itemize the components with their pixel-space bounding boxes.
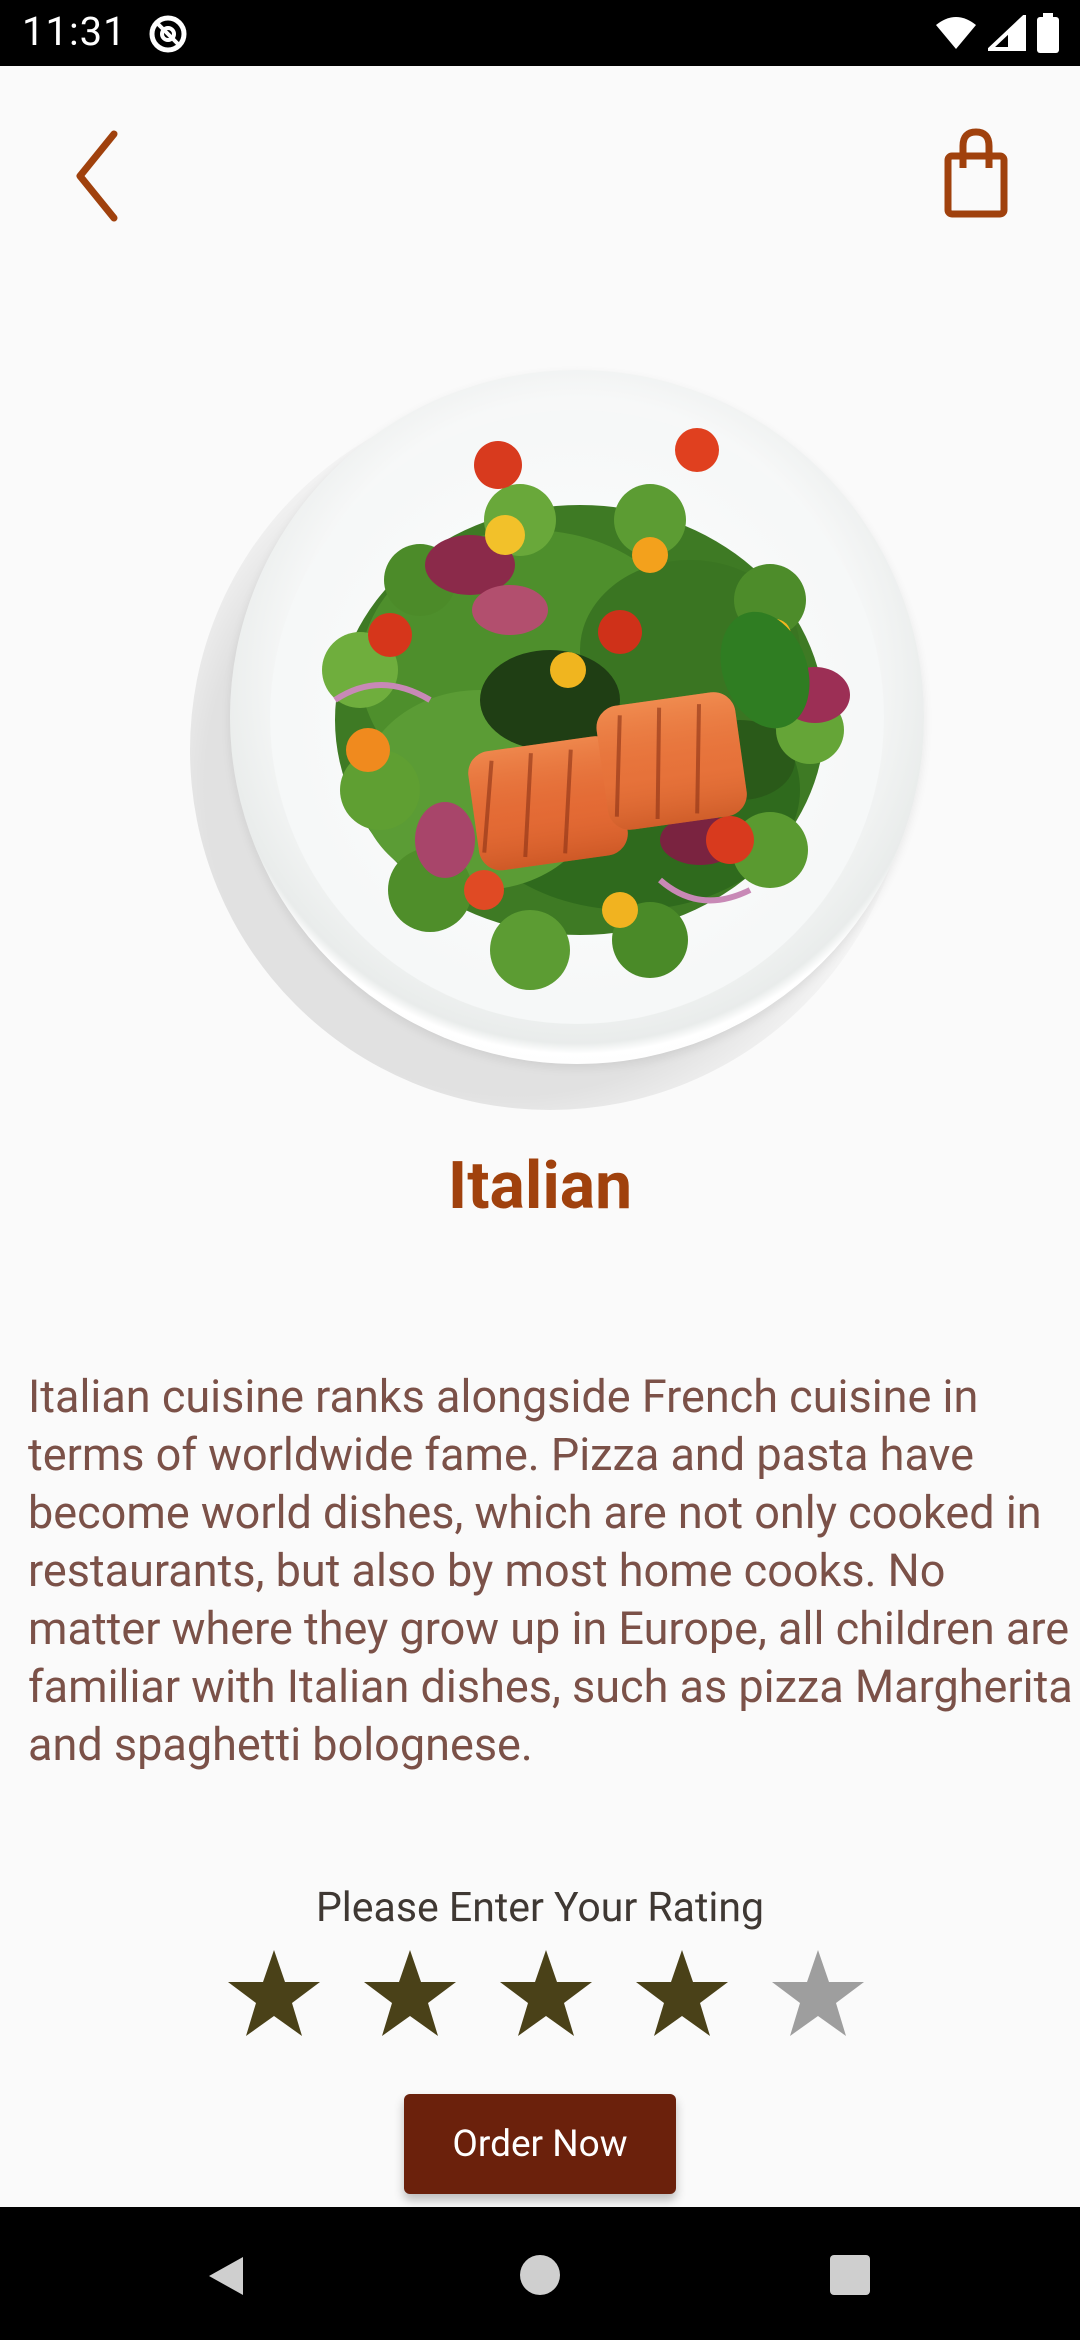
rating-star-4-icon[interactable] xyxy=(634,1948,730,2038)
wifi-icon xyxy=(936,17,976,49)
rating-star-5-icon[interactable] xyxy=(770,1948,866,2038)
salmon-salad-illustration xyxy=(322,428,850,990)
rating-star-2-icon[interactable] xyxy=(362,1948,458,2038)
dish-description: Italian cuisine ranks alongside French c… xyxy=(28,1370,1073,1771)
status-icons xyxy=(934,12,1060,54)
order-now-button[interactable]: Order Now xyxy=(404,2094,676,2194)
nav-home-icon[interactable] xyxy=(520,2255,560,2295)
shopping-bag-icon xyxy=(944,128,1008,218)
nav-recents-icon[interactable] xyxy=(830,2255,870,2295)
nav-back-icon[interactable] xyxy=(205,2255,247,2297)
system-nav-bar xyxy=(0,2207,1080,2340)
chevron-left-icon xyxy=(76,130,118,222)
cart-button[interactable] xyxy=(930,126,1020,226)
status-bar: 11:31 xyxy=(0,0,1080,66)
signal-icon xyxy=(988,15,1026,51)
battery-icon xyxy=(1037,13,1059,53)
rating-stars[interactable] xyxy=(226,1948,866,2038)
at-sign-icon xyxy=(149,15,187,53)
rating-star-1-icon[interactable] xyxy=(226,1948,322,2038)
back-button[interactable] xyxy=(66,126,146,226)
top-nav xyxy=(0,66,1080,266)
status-time: 11:31 xyxy=(22,8,127,55)
rating-label: Please Enter Your Rating xyxy=(315,1884,765,1932)
dish-title: Italian xyxy=(447,1148,633,1225)
dish-image xyxy=(190,370,930,1110)
rating-star-3-icon[interactable] xyxy=(498,1948,594,2038)
